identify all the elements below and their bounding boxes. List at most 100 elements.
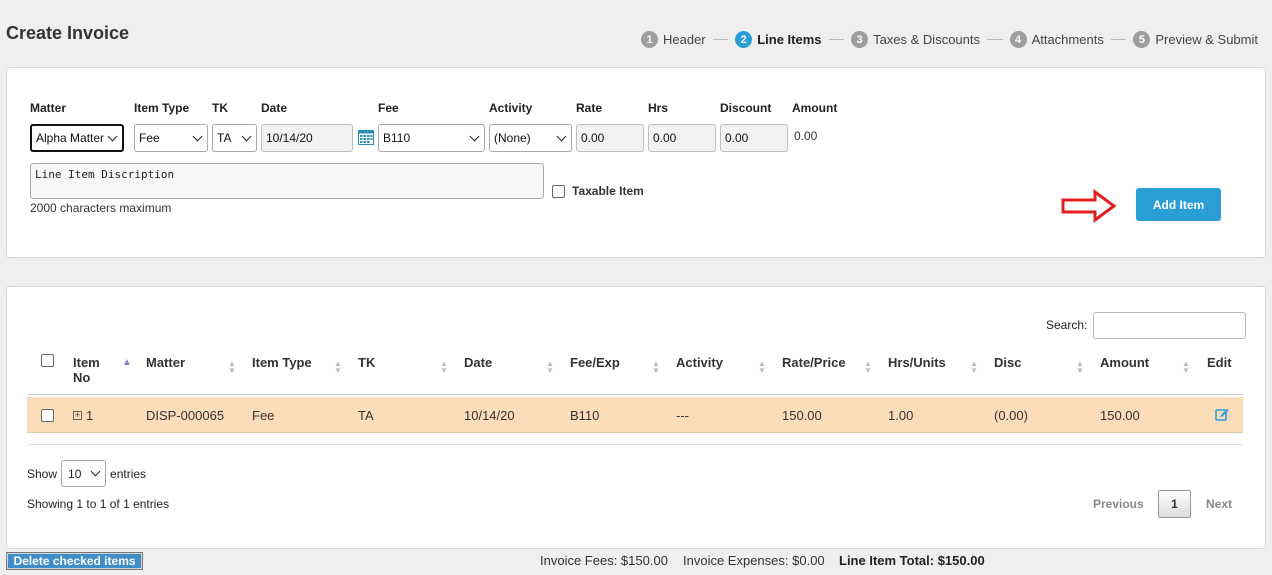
column-header-edit[interactable]: Edit [1207, 355, 1232, 370]
table-info: Showing 1 to 1 of 1 entries [27, 497, 170, 511]
expand-plus-icon[interactable]: + [73, 411, 82, 420]
step-number: 1 [641, 31, 658, 48]
sort-icon: ▲ ▼ [546, 359, 554, 375]
wizard-steps: 1 Header 2 Line Items 3 Taxes & Discount… [641, 31, 1258, 48]
step-label: Attachments [1031, 32, 1104, 47]
step-line-items[interactable]: 2 Line Items [735, 31, 822, 48]
select-all-checkbox[interactable] [41, 354, 54, 367]
table-row[interactable]: + 1 DISP-000065 Fee TA 10/14/20 B110 ---… [27, 397, 1243, 433]
step-taxes-discounts[interactable]: 3 Taxes & Discounts [851, 31, 980, 48]
step-number: 3 [851, 31, 869, 48]
sort-icon: ▲ ▼ [652, 359, 660, 375]
cell-amount: 150.00 [1100, 408, 1140, 423]
delete-checked-items-button[interactable]: Delete checked items [6, 552, 143, 570]
next-page-button[interactable]: Next [1206, 497, 1232, 511]
edit-icon[interactable] [1215, 407, 1229, 421]
cell-rate: 150.00 [782, 408, 822, 423]
matter-label: Matter [30, 101, 67, 115]
column-header-item-type[interactable]: Item Type [252, 355, 312, 370]
page-length-select[interactable]: 10 [61, 460, 107, 487]
step-divider [987, 39, 1003, 40]
cell-activity: --- [676, 408, 689, 423]
column-header-hrs-units[interactable]: Hrs/Units [888, 355, 946, 370]
delete-checked-items-label: Delete checked items [8, 554, 141, 568]
tk-select[interactable]: TA [212, 124, 257, 152]
taxable-item-label: Taxable Item [572, 184, 644, 198]
column-header-item-no[interactable]: Item No [73, 355, 113, 385]
sort-icon: ▲ ▼ [758, 359, 766, 375]
step-divider [828, 39, 845, 40]
description-hint: 2000 characters maximum [30, 201, 172, 215]
matter-select[interactable]: Alpha Matter [30, 124, 124, 152]
date-input[interactable]: 10/14/20 [261, 124, 353, 152]
page-length-value: 10 [68, 466, 82, 481]
cell-hrs: 1.00 [888, 408, 914, 423]
cell-date: 10/14/20 [464, 408, 515, 423]
cell-item-type: Fee [252, 408, 275, 423]
step-preview-submit[interactable]: 5 Preview & Submit [1133, 31, 1258, 48]
arrow-right-icon [1061, 189, 1117, 223]
step-label: Taxes & Discounts [873, 32, 980, 47]
cell-matter: DISP-000065 [146, 408, 225, 423]
step-header[interactable]: 1 Header [641, 31, 706, 48]
date-input-value: 10/14/20 [266, 131, 313, 145]
hrs-input[interactable]: 0.00 [648, 124, 716, 152]
previous-page-button[interactable]: Previous [1093, 497, 1144, 511]
sort-icon: ▲ ▼ [440, 359, 448, 375]
row-checkbox[interactable] [41, 409, 54, 422]
sort-icon: ▲ ▼ [1182, 359, 1190, 375]
step-label: Header [663, 32, 706, 47]
sort-icon: ▲ ▼ [1076, 359, 1084, 375]
fee-label: Fee [378, 101, 399, 115]
cell-item-no: 1 [86, 408, 94, 423]
item-type-select[interactable]: Fee [134, 124, 208, 152]
tk-select-value: TA [217, 131, 232, 145]
invoice-expenses-total: Invoice Expenses: $0.00 [683, 553, 825, 568]
step-label: Line Items [757, 32, 822, 47]
step-divider [1110, 39, 1127, 40]
taxable-item-checkbox[interactable]: Taxable Item [552, 184, 644, 198]
item-type-select-value: Fee [139, 131, 160, 145]
step-number: 4 [1009, 31, 1027, 48]
column-header-activity[interactable]: Activity [676, 355, 723, 370]
date-label: Date [261, 101, 288, 115]
calendar-icon[interactable] [358, 129, 374, 145]
page-1-button[interactable]: 1 [1158, 490, 1191, 518]
add-item-button[interactable]: Add Item [1136, 188, 1221, 221]
page-length-control: Show 10 entries [27, 460, 146, 487]
step-attachments[interactable]: 4 Attachments [1009, 31, 1104, 48]
column-header-tk[interactable]: TK [358, 355, 375, 370]
line-item-total: Line Item Total: $150.00 [839, 553, 985, 568]
step-label: Preview & Submit [1155, 32, 1258, 47]
line-item-form: Matter Item Type TK Date Fee Activity Ra… [6, 67, 1266, 258]
table-header: Item No ▲ Matter ▲ ▼ Item Type ▲ ▼ TK ▲ ▼ D… [27, 345, 1243, 395]
column-header-rate-price[interactable]: Rate/Price [782, 355, 846, 370]
column-header-amount[interactable]: Amount [1100, 355, 1149, 370]
sort-asc-icon: ▲ [122, 357, 132, 368]
checkbox[interactable] [552, 184, 565, 198]
rate-input[interactable]: 0.00 [576, 124, 644, 152]
discount-input[interactable]: 0.00 [720, 124, 788, 152]
activity-label: Activity [489, 101, 533, 115]
hrs-label: Hrs [648, 101, 669, 115]
amount-label: Amount [792, 101, 838, 115]
sort-icon: ▲ ▼ [970, 359, 978, 375]
matter-select-value: Alpha Matter [36, 131, 105, 145]
search-input[interactable] [1093, 312, 1246, 339]
fee-select[interactable]: B110 [378, 124, 485, 152]
amount-value: 0.00 [794, 129, 818, 143]
divider [27, 444, 1243, 445]
sort-icon: ▲ ▼ [334, 359, 342, 375]
discount-input-value: 0.00 [725, 131, 749, 145]
description-textarea[interactable]: Line Item Discription [30, 163, 544, 199]
rate-input-value: 0.00 [581, 131, 605, 145]
line-items-table-panel: Search: Item No ▲ Matter ▲ ▼ Item Type ▲ ▼… [6, 286, 1266, 549]
column-header-date[interactable]: Date [464, 355, 492, 370]
column-header-disc[interactable]: Disc [994, 355, 1021, 370]
column-header-fee-exp[interactable]: Fee/Exp [570, 355, 620, 370]
activity-select[interactable]: (None) [489, 124, 572, 152]
discount-label: Discount [720, 101, 772, 115]
column-header-matter[interactable]: Matter [146, 355, 185, 370]
invoice-fees-total: Invoice Fees: $150.00 [540, 553, 668, 568]
page-title: Create Invoice [6, 23, 130, 43]
